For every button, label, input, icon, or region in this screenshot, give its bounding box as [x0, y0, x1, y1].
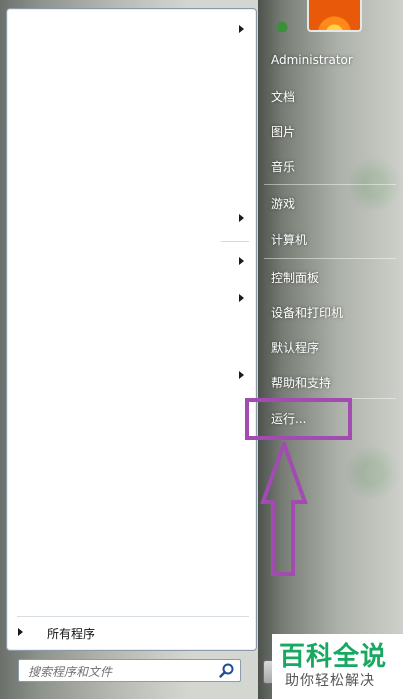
submenu-arrow-icon[interactable] [239, 214, 244, 222]
all-programs-arrow-icon [18, 628, 23, 636]
menu-item-computer[interactable]: 计算机 [262, 225, 398, 253]
menu-item-default-programs[interactable]: 默认程序 [262, 333, 398, 361]
watermark-subtitle: 助你轻松解决 [285, 673, 375, 689]
menu-separator [264, 258, 396, 259]
submenu-arrow-icon[interactable] [239, 371, 244, 379]
menu-item-control-panel[interactable]: 控制面板 [262, 263, 398, 291]
menu-separator [264, 184, 396, 185]
menu-item-devices-printers[interactable]: 设备和打印机 [262, 298, 398, 326]
menu-item-label: 设备和打印机 [271, 306, 344, 320]
search-input[interactable]: 搜索程序和文件 [18, 659, 241, 682]
annotation-highlight-box [245, 398, 352, 440]
watermark-title: 百科全说 [279, 642, 388, 672]
search-area: 搜索程序和文件 [0, 651, 258, 699]
menu-item-user[interactable]: Administrator [262, 47, 398, 75]
menu-item-label: 文档 [271, 90, 296, 104]
menu-item-label: 计算机 [271, 233, 308, 247]
menu-item-label: 控制面板 [271, 271, 320, 285]
menu-item-label: 音乐 [271, 160, 296, 174]
submenu-arrow-icon[interactable] [239, 294, 244, 302]
menu-item-label: 帮助和支持 [271, 376, 332, 390]
watermark: 百科全说 助你轻松解决 [272, 634, 403, 699]
menu-item-games[interactable]: 游戏 [262, 189, 398, 217]
search-icon[interactable] [218, 662, 236, 680]
menu-item-label: 游戏 [271, 197, 296, 211]
menu-item-label: 图片 [271, 125, 296, 139]
menu-item-documents[interactable]: 文档 [262, 82, 398, 110]
menu-item-label: Administrator [271, 53, 353, 67]
menu-item-label: 默认程序 [271, 341, 320, 355]
programs-panel: 所有程序 [6, 8, 257, 651]
pinned-separator [221, 241, 249, 242]
menu-item-help-support[interactable]: 帮助和支持 [262, 368, 398, 396]
menu-item-pictures[interactable]: 图片 [262, 117, 398, 145]
annotation-arrow [260, 442, 308, 576]
submenu-arrow-icon[interactable] [239, 257, 244, 265]
all-programs-separator [17, 616, 249, 617]
all-programs-label: 所有程序 [47, 627, 96, 641]
user-tile-accent [275, 20, 289, 32]
submenu-arrow-icon[interactable] [239, 25, 244, 33]
user-avatar[interactable] [307, 0, 362, 32]
search-placeholder: 搜索程序和文件 [28, 665, 113, 679]
menu-item-music[interactable]: 音乐 [262, 152, 398, 180]
all-programs-button[interactable]: 所有程序 [15, 621, 250, 645]
